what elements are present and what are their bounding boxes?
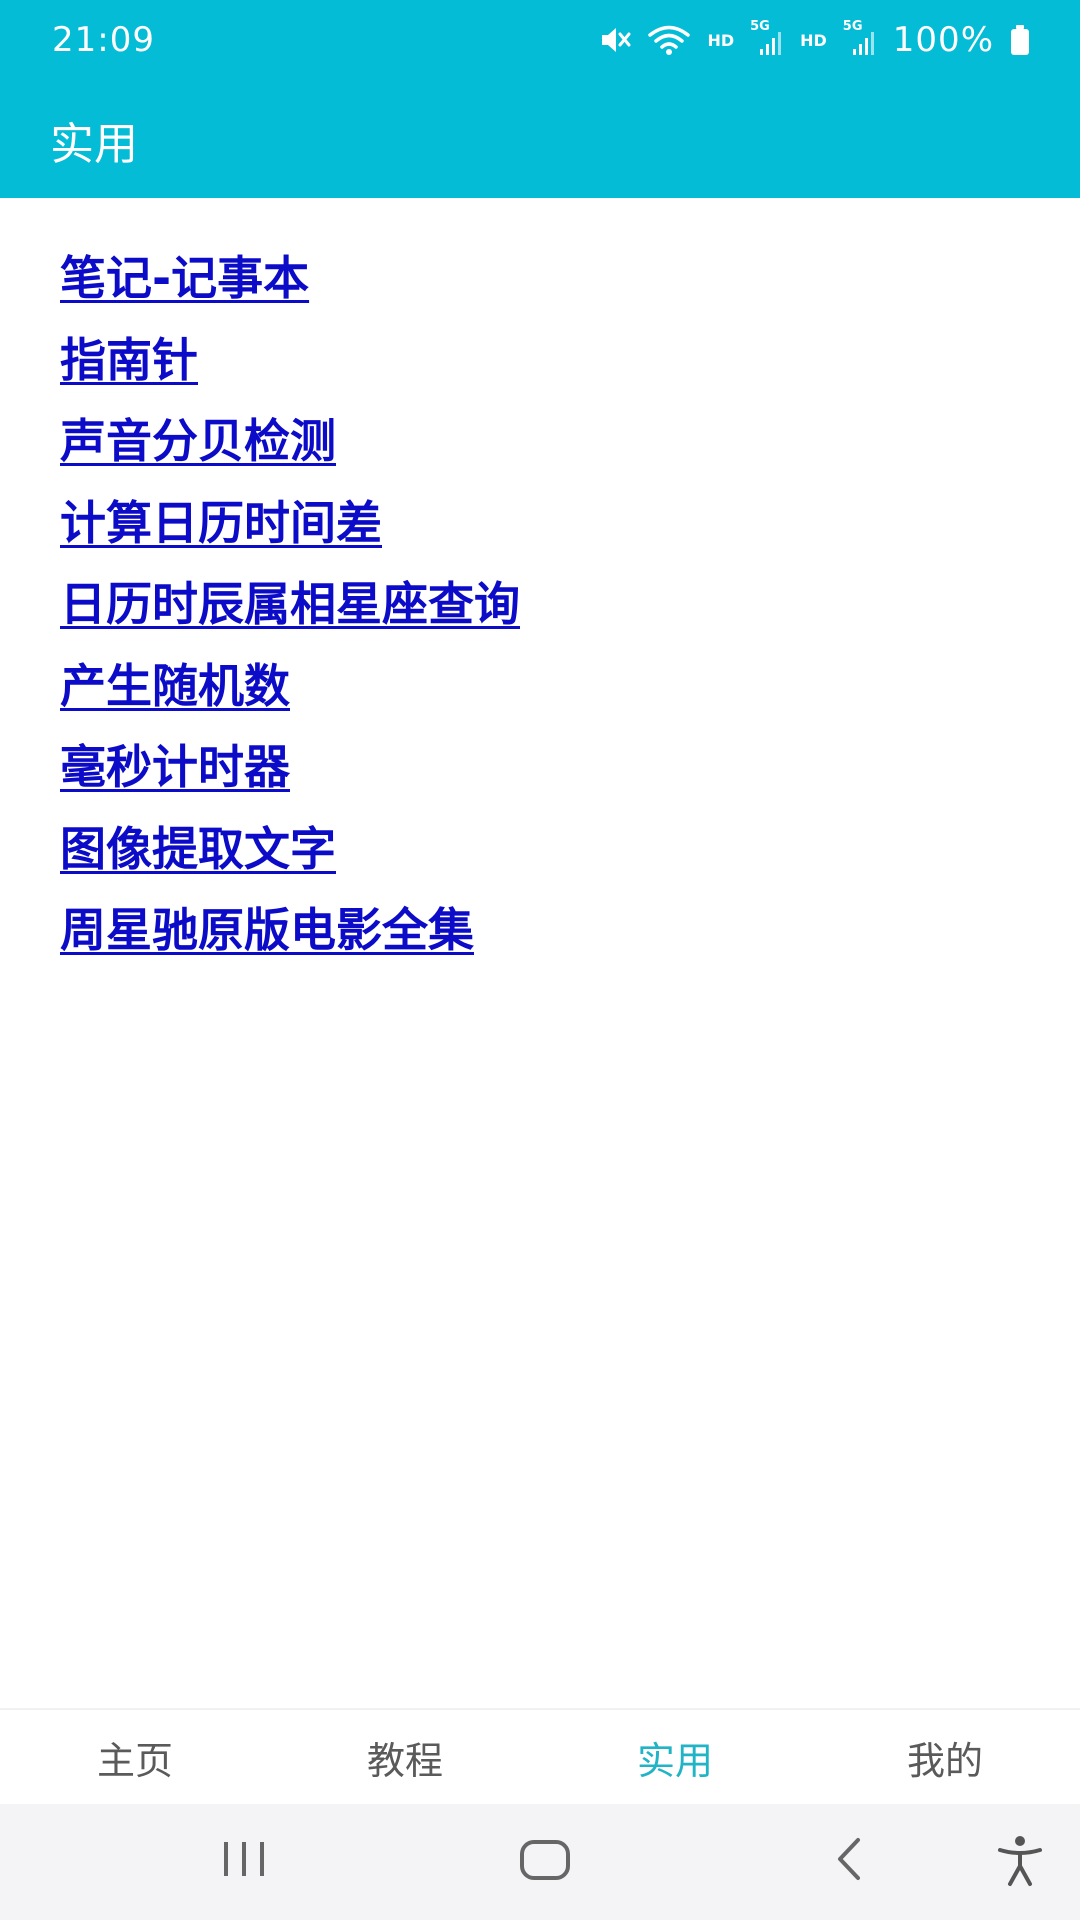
nav-tab-tutorials[interactable]: 教程 [270, 1710, 540, 1804]
page-title: 实用 [50, 119, 138, 170]
link-stephen-chow-movies[interactable]: 周星驰原版电影全集 [60, 890, 520, 972]
link-compass[interactable]: 指南针 [60, 320, 520, 402]
back-icon[interactable] [830, 1834, 870, 1884]
mute-icon [599, 25, 631, 55]
home-icon[interactable] [518, 1834, 574, 1884]
main-content: 笔记-记事本 指南针 声音分贝检测 计算日历时间差 日历时辰属相星座查询 产生随… [0, 198, 1080, 1708]
utility-link-list: 笔记-记事本 指南针 声音分贝检测 计算日历时间差 日历时辰属相星座查询 产生随… [60, 238, 520, 972]
battery-percentage: 100% [892, 20, 994, 60]
link-decibel-meter[interactable]: 声音分贝检测 [60, 401, 520, 483]
app-screen: 21:09 HD 5G HD 5G 100% 实用 笔记-记事本 指南针 声音分… [0, 0, 1080, 1920]
link-notes[interactable]: 笔记-记事本 [60, 238, 520, 320]
recent-apps-icon[interactable] [218, 1834, 270, 1884]
link-millisecond-timer[interactable]: 毫秒计时器 [60, 727, 520, 809]
header: 21:09 HD 5G HD 5G 100% 实用 [0, 0, 1080, 198]
accessibility-icon[interactable] [996, 1834, 1044, 1888]
nav-tab-home[interactable]: 主页 [0, 1710, 270, 1804]
nav-tab-utilities[interactable]: 实用 [540, 1710, 810, 1804]
hd-label: HD [800, 30, 827, 50]
signal-icon: 5G [843, 19, 877, 57]
system-navigation-bar [0, 1804, 1080, 1920]
status-time: 21:09 [52, 20, 155, 60]
signal-icon: 5G [750, 19, 784, 57]
status-bar: 21:09 HD 5G HD 5G 100% [0, 0, 1080, 80]
battery-icon [1010, 25, 1030, 55]
wifi-icon [647, 24, 691, 56]
status-icons: HD 5G HD 5G 100% [599, 18, 1030, 62]
link-image-to-text[interactable]: 图像提取文字 [60, 809, 520, 891]
nav-tab-mine[interactable]: 我的 [810, 1710, 1080, 1804]
bottom-navigation: 主页 教程 实用 我的 [0, 1708, 1080, 1804]
link-calendar-zodiac-query[interactable]: 日历时辰属相星座查询 [60, 564, 520, 646]
link-date-difference[interactable]: 计算日历时间差 [60, 483, 520, 565]
link-random-number[interactable]: 产生随机数 [60, 646, 520, 728]
hd-label: HD [707, 30, 735, 50]
